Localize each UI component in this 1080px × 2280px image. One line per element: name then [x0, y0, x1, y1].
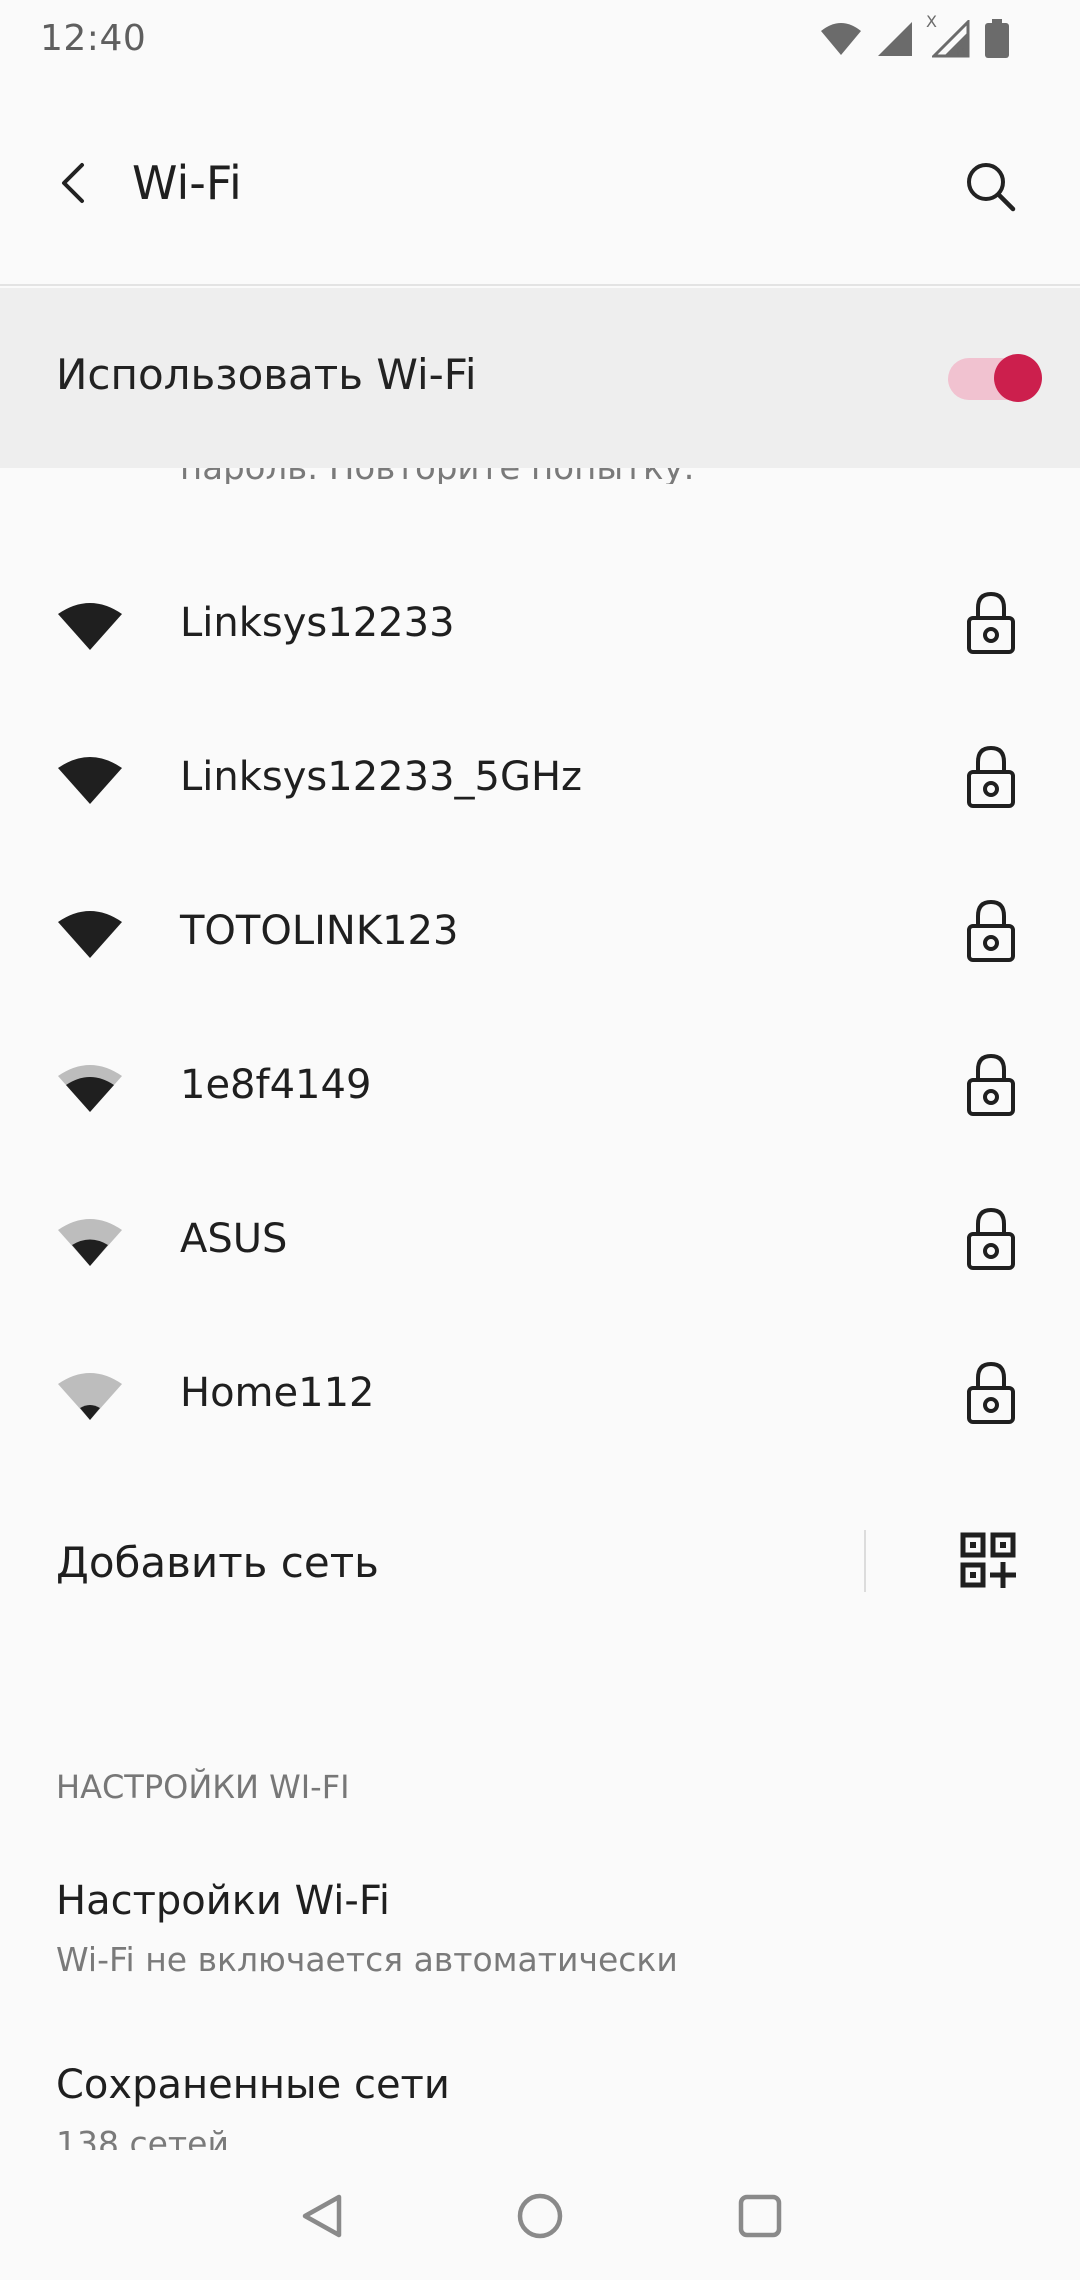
network-name: TOTOLINK123 — [180, 908, 459, 954]
cell-signal-roaming-icon: X R — [926, 12, 970, 60]
navigation-bar — [0, 2150, 1080, 2280]
network-row-asus[interactable]: ASUS — [0, 1170, 1080, 1324]
wifi-signal-4-icon — [58, 757, 122, 804]
use-wifi-switch[interactable] — [944, 350, 1042, 406]
roaming-r-badge: R — [956, 44, 966, 60]
network-name: Linksys12233_5GHz — [180, 754, 583, 800]
home-circle-icon — [517, 2193, 563, 2239]
pref-title: Настройки Wi-Fi — [56, 1878, 391, 1924]
wifi-signal-4-icon — [58, 603, 122, 650]
qr-scan-button[interactable] — [960, 1532, 1016, 1588]
network-name: 1e8f4149 — [180, 1062, 372, 1108]
network-row-home112[interactable]: Home112 — [0, 1324, 1080, 1478]
status-time: 12:40 — [40, 18, 147, 59]
app-bar: Wi-Fi — [0, 80, 1080, 286]
use-wifi-label: Использовать Wi-Fi — [56, 350, 477, 399]
nav-back-button[interactable] — [290, 2184, 354, 2248]
lock-icon — [967, 1053, 1015, 1116]
cell-signal-icon — [878, 22, 912, 56]
add-network-label: Добавить сеть — [56, 1538, 379, 1587]
back-button[interactable] — [48, 158, 98, 208]
recents-square-icon — [738, 2194, 782, 2238]
back-triangle-icon — [302, 2194, 342, 2238]
lock-icon — [967, 1361, 1015, 1424]
nav-recents-button[interactable] — [728, 2184, 792, 2248]
switch-thumb — [994, 354, 1042, 402]
wifi-signal-icon — [821, 23, 861, 55]
qr-code-add-icon — [960, 1532, 1016, 1588]
roaming-x-badge: X — [926, 12, 937, 31]
search-icon — [967, 163, 1016, 212]
pref-saved-networks[interactable]: Сохраненные сети 138 сетей — [0, 2034, 1080, 2158]
pref-title: Сохраненные сети — [56, 2062, 450, 2108]
page-title: Wi-Fi — [132, 156, 242, 210]
status-bar: 12:40 X R — [0, 0, 1080, 80]
lock-icon — [967, 899, 1015, 962]
use-wifi-row[interactable]: Использовать Wi-Fi — [0, 288, 1080, 468]
nav-home-button[interactable] — [508, 2184, 572, 2248]
chevron-left-icon — [62, 163, 84, 203]
network-row-linksys12233-5ghz[interactable]: Linksys12233_5GHz — [0, 708, 1080, 862]
section-header-wifi-settings: НАСТРОЙКИ WI-FI — [56, 1768, 350, 1806]
network-row-totolink123[interactable]: TOTOLINK123 — [0, 862, 1080, 1016]
status-icons: X R — [820, 12, 1010, 60]
battery-icon — [985, 19, 1009, 58]
network-name: Linksys12233 — [180, 600, 455, 646]
network-row-linksys12233[interactable]: Linksys12233 — [0, 554, 1080, 708]
wifi-signal-3-icon — [58, 1065, 122, 1112]
connection-error-message: пароль. Повторите попытку. — [180, 468, 694, 484]
add-network-row[interactable]: Добавить сеть — [0, 1504, 1080, 1624]
pref-wifi-settings[interactable]: Настройки Wi-Fi Wi-Fi не включается авто… — [0, 1848, 1080, 2018]
search-button[interactable] — [960, 156, 1020, 216]
pref-subtitle: Wi-Fi не включается автоматически — [56, 1940, 678, 1979]
wifi-signal-1-icon — [58, 1373, 122, 1420]
network-name: ASUS — [180, 1216, 288, 1262]
lock-icon — [967, 591, 1015, 654]
wifi-list[interactable]: пароль. Повторите попытку. Linksys12233 … — [0, 468, 1080, 2158]
divider — [864, 1530, 866, 1592]
wifi-signal-4-icon — [58, 911, 122, 958]
wifi-signal-2-icon — [58, 1219, 122, 1266]
lock-icon — [967, 745, 1015, 808]
lock-icon — [967, 1207, 1015, 1270]
network-name: Home112 — [180, 1370, 375, 1416]
network-row-1e8f4149[interactable]: 1e8f4149 — [0, 1016, 1080, 1170]
